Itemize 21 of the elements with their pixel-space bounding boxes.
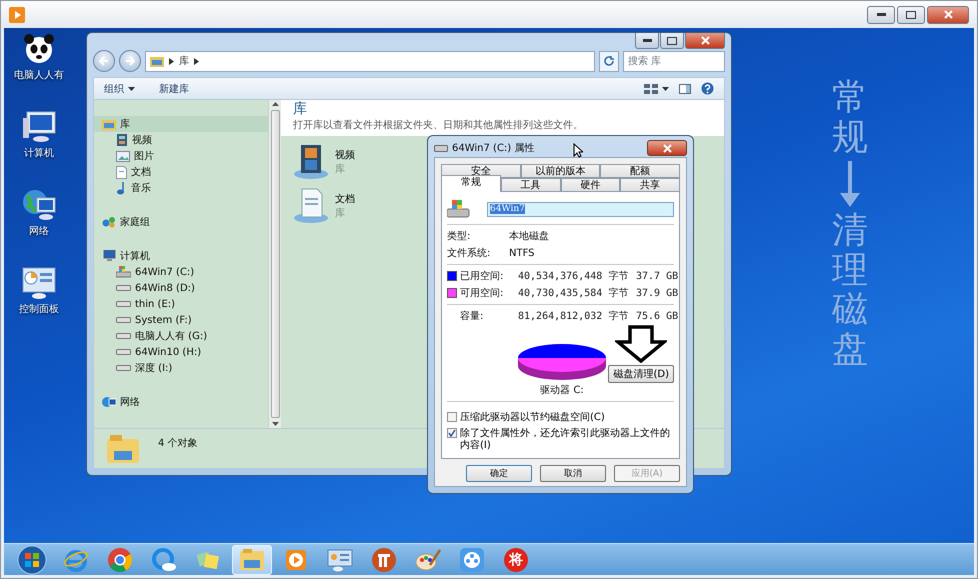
byte-count: 40,730,435,584 字节 bbox=[518, 286, 630, 300]
field-value: 本地磁盘 bbox=[509, 230, 550, 243]
byte-count: 81,264,812,032 字节 bbox=[518, 310, 630, 323]
caption-text: 清理磁盘 bbox=[832, 211, 868, 370]
field-label: 类型: bbox=[447, 230, 472, 243]
size-value: 37.7 GB bbox=[636, 270, 678, 282]
drive-label: 驱动器 C: bbox=[540, 384, 584, 397]
capacity-label: 容量: bbox=[460, 310, 484, 323]
byte-count: 40,534,376,448 字节 bbox=[518, 270, 630, 283]
size-value: 75.6 GB bbox=[636, 310, 678, 322]
caption-text: 常规 bbox=[832, 78, 868, 158]
dialog-title: 64Win7 (C:) 属性 bbox=[452, 142, 534, 155]
library-description: 打开库以查看文件并根据文件夹、日期和其他属性排列这些文件。 bbox=[293, 118, 584, 132]
field-label: 文件系统: bbox=[447, 246, 492, 260]
app-badge-icon: 将 bbox=[504, 548, 528, 572]
size-value: 37.9 GB bbox=[636, 288, 678, 298]
item-count: 4 个对象 bbox=[158, 436, 198, 450]
library-title: 库 bbox=[293, 101, 308, 118]
legend-label: 已用空间: bbox=[460, 270, 504, 283]
field-value: NTFS bbox=[509, 248, 536, 258]
legend-label: 可用空间: bbox=[460, 286, 504, 300]
